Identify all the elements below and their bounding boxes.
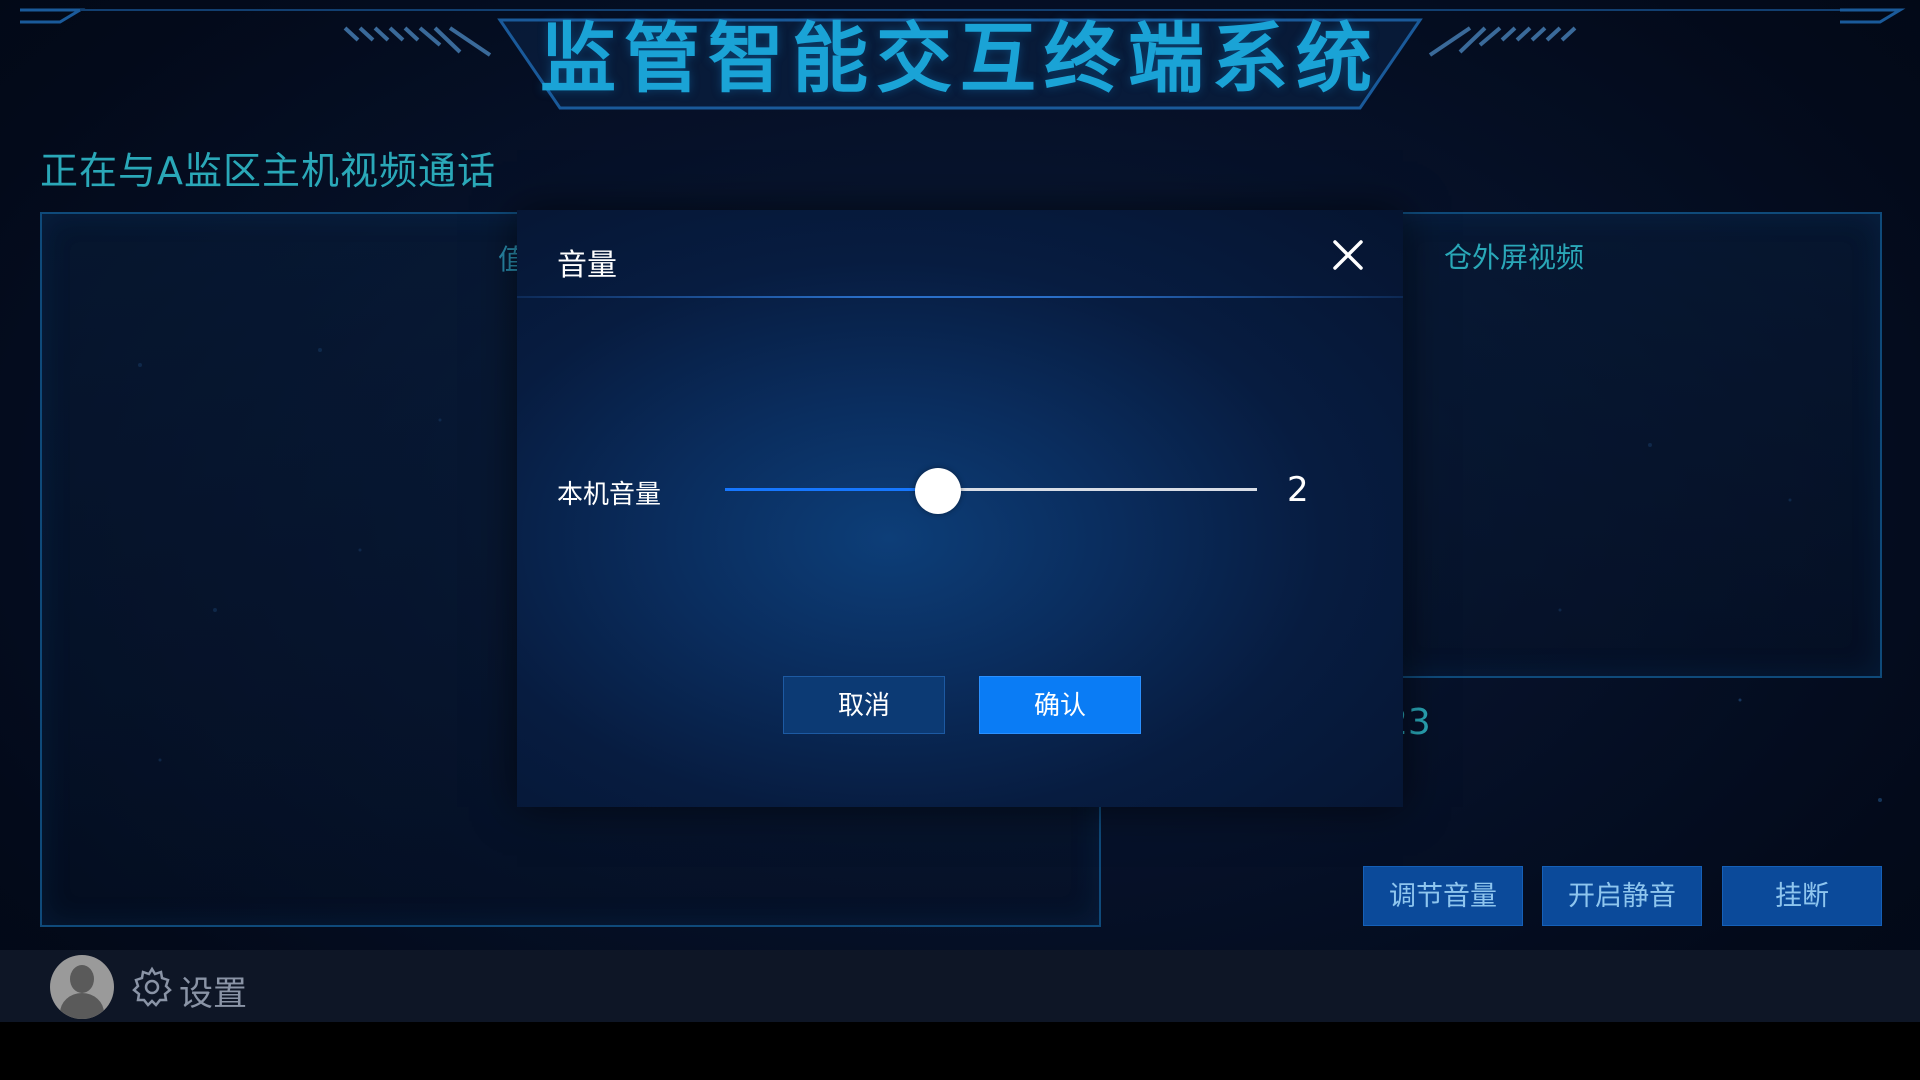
dialog-divider <box>517 296 1403 298</box>
header: 监管智能交互终端系统 <box>0 0 1920 115</box>
hangup-button[interactable]: 挂断 <box>1722 866 1882 926</box>
avatar-head <box>70 965 94 993</box>
adjust-volume-button[interactable]: 调节音量 <box>1363 866 1523 926</box>
slider-fill <box>725 488 938 491</box>
outside-screen-video-panel <box>1387 212 1882 678</box>
settings-label[interactable]: 设置 <box>179 966 247 1015</box>
mute-button[interactable]: 开启静音 <box>1542 866 1702 926</box>
user-avatar-icon[interactable] <box>50 955 114 1019</box>
app-screen: 监管智能交互终端系统 正在与A监区主机视频通话 值 仓外屏视频 23 调节音量 … <box>0 0 1920 1080</box>
footer-bar <box>0 950 1920 1022</box>
close-icon[interactable] <box>1327 234 1369 276</box>
gear-icon[interactable] <box>131 966 173 1008</box>
app-title: 监管智能交互终端系统 <box>540 14 1380 103</box>
local-volume-label: 本机音量 <box>557 480 662 510</box>
volume-dialog-title: 音量 <box>557 248 617 283</box>
volume-slider[interactable] <box>725 468 1257 514</box>
outside-screen-video-label: 仓外屏视频 <box>1444 241 1585 274</box>
avatar-body <box>60 993 104 1019</box>
bottom-margin <box>0 1022 1920 1080</box>
call-status-text: 正在与A监区主机视频通话 <box>40 149 496 193</box>
slider-thumb[interactable] <box>915 468 961 514</box>
volume-value: 2 <box>1287 470 1309 510</box>
confirm-button[interactable]: 确认 <box>979 676 1141 734</box>
cancel-button[interactable]: 取消 <box>783 676 945 734</box>
volume-dialog: 音量 本机音量 2 取消 确认 <box>517 210 1403 807</box>
